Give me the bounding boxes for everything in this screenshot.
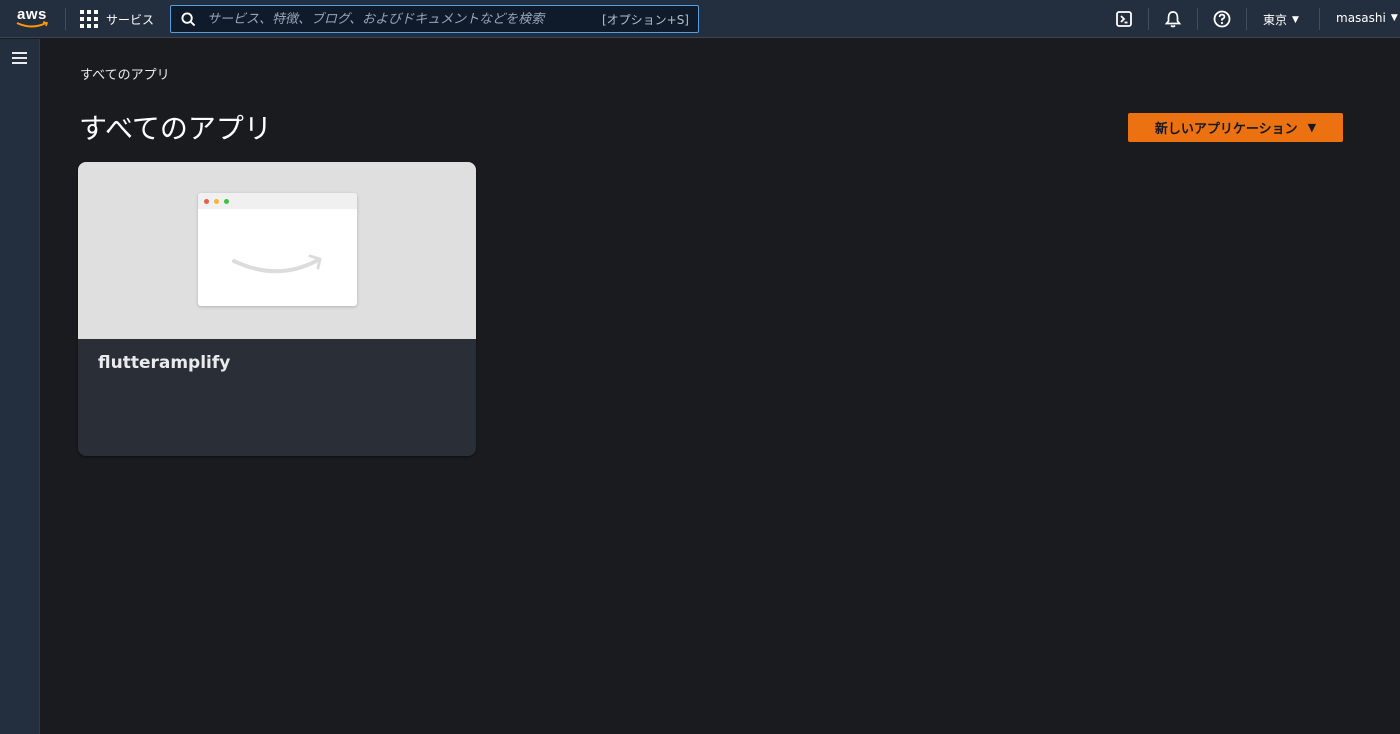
divider	[1246, 8, 1247, 30]
new-application-button[interactable]: 新しいアプリケーション ▼	[1128, 113, 1343, 142]
divider	[1319, 8, 1320, 30]
divider	[1148, 8, 1149, 30]
page-title: すべてのアプリ	[79, 112, 272, 145]
aws-logo[interactable]: aws	[16, 6, 50, 32]
caret-down-icon: ▼	[1292, 14, 1299, 25]
region-label: 東京	[1263, 13, 1288, 27]
app-preview	[78, 162, 476, 339]
breadcrumb[interactable]: すべてのアプリ	[80, 64, 170, 83]
divider	[65, 8, 66, 30]
maximize-dot-icon	[224, 199, 229, 204]
new-application-label: 新しいアプリケーション	[1154, 122, 1298, 137]
search-input[interactable]	[207, 8, 587, 30]
browser-title-bar	[198, 193, 357, 209]
services-label: サービス	[106, 12, 155, 27]
search-icon	[181, 12, 196, 27]
services-menu-button[interactable]: サービス	[80, 9, 154, 29]
help-icon[interactable]	[1212, 9, 1232, 29]
side-navigation-rail	[0, 39, 40, 734]
close-dot-icon	[204, 199, 209, 204]
app-name[interactable]: flutteramplify	[98, 353, 230, 373]
amazon-smile-icon	[232, 254, 322, 274]
app-card[interactable]: flutteramplify	[78, 162, 476, 456]
minimize-dot-icon	[214, 199, 219, 204]
search-shortcut-hint: [オプション+S]	[601, 13, 689, 27]
region-selector[interactable]: 東京 ▼	[1263, 11, 1299, 28]
aws-smile-icon	[16, 21, 49, 28]
cloudshell-icon[interactable]	[1114, 9, 1134, 29]
username-label: masashi	[1336, 11, 1386, 25]
caret-down-icon: ▼	[1390, 13, 1398, 23]
account-menu[interactable]: masashi ▼	[1336, 11, 1398, 25]
caret-down-icon: ▼	[1307, 121, 1317, 134]
divider	[1197, 8, 1198, 30]
menu-icon[interactable]	[12, 52, 27, 66]
notifications-icon[interactable]	[1163, 9, 1183, 29]
browser-window-illustration	[198, 193, 357, 306]
top-navigation-bar: aws サービス [オプション+S]	[0, 0, 1400, 38]
search-bar[interactable]: [オプション+S]	[170, 5, 699, 33]
grid-icon	[80, 10, 98, 28]
